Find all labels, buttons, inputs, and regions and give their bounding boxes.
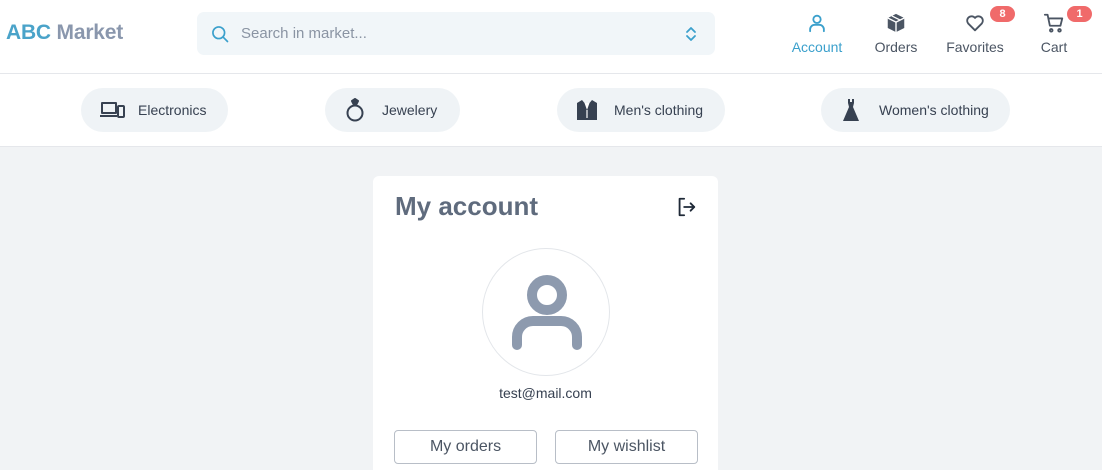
category-mens-clothing[interactable]: Men's clothing xyxy=(557,88,725,132)
nav-account-label: Account xyxy=(791,39,843,55)
logo[interactable]: ABC Market xyxy=(6,21,123,45)
nav-cart-label: Cart xyxy=(1040,39,1068,55)
search-input[interactable] xyxy=(241,12,671,55)
category-womens-clothing-label: Women's clothing xyxy=(879,102,989,118)
box-icon xyxy=(887,13,905,33)
category-mens-clothing-label: Men's clothing xyxy=(614,102,704,118)
cart-count-badge: 1 xyxy=(1067,6,1092,22)
nav-cart[interactable]: Cart 1 xyxy=(1019,6,1092,56)
nav-orders[interactable]: Orders xyxy=(861,12,931,56)
nav-account[interactable]: Account xyxy=(782,12,852,56)
sort-icon[interactable] xyxy=(684,26,698,42)
ring-icon xyxy=(346,98,364,122)
category-jewelery[interactable]: Jewelery xyxy=(325,88,460,132)
category-womens-clothing[interactable]: Women's clothing xyxy=(821,88,1010,132)
user-icon xyxy=(809,14,825,33)
logo-part-2: Market xyxy=(56,21,124,44)
my-wishlist-button[interactable]: My wishlist xyxy=(555,430,698,464)
nav-favorites[interactable]: Favorites 8 xyxy=(940,6,1015,56)
page-title: My account xyxy=(395,191,539,221)
avatar-icon xyxy=(512,275,582,350)
user-email: test@mail.com xyxy=(499,385,592,401)
avatar xyxy=(482,248,610,376)
nav-favorites-label: Favorites xyxy=(946,39,1004,55)
nav-orders-label: Orders xyxy=(874,39,918,55)
devices-icon xyxy=(100,102,125,118)
category-electronics[interactable]: Electronics xyxy=(81,88,228,132)
logout-icon[interactable] xyxy=(675,196,697,218)
search-icon[interactable] xyxy=(210,24,230,44)
favorites-count-badge: 8 xyxy=(990,6,1015,22)
heart-icon xyxy=(966,15,984,32)
category-jewelery-label: Jewelery xyxy=(382,102,438,118)
my-orders-button[interactable]: My orders xyxy=(394,430,537,464)
account-card: My account test@mail.com My orders My wi… xyxy=(373,176,718,470)
category-electronics-label: Electronics xyxy=(138,102,207,118)
header: ABC Market Account Orders xyxy=(0,0,1102,74)
search-bar xyxy=(197,12,715,55)
category-bar: Electronics Jewelery Men's clothing Wome… xyxy=(0,74,1102,147)
logo-part-1: ABC xyxy=(6,21,51,44)
cart-icon xyxy=(1043,13,1064,33)
dress-icon xyxy=(843,99,859,121)
shirt-icon xyxy=(577,100,597,120)
